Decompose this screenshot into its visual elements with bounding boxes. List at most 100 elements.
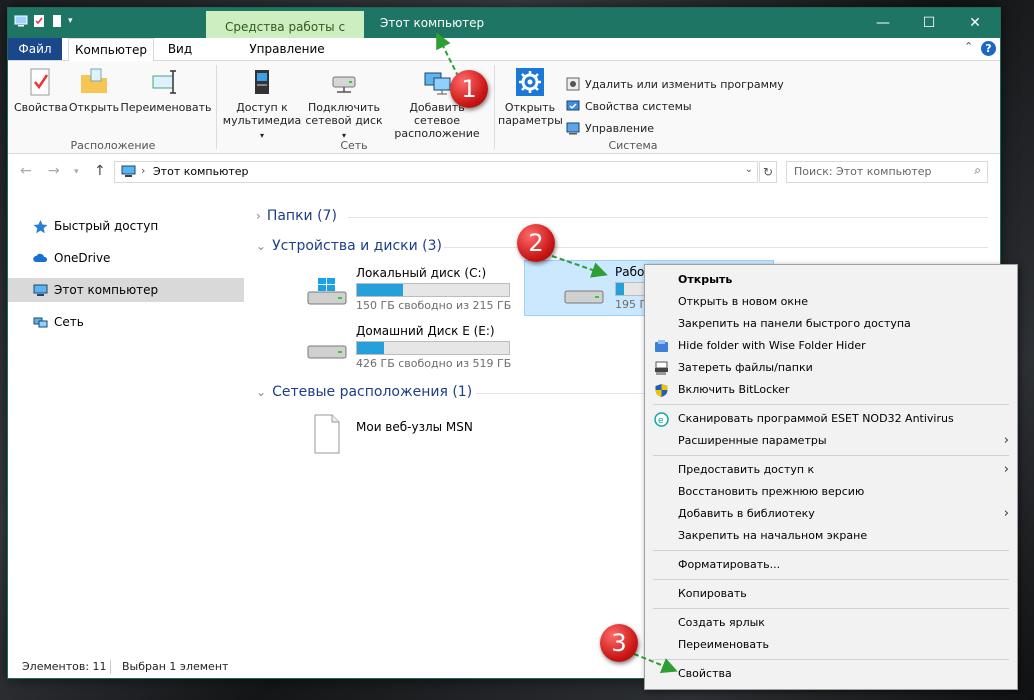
menu-item-wise-folder-hider[interactable]: Hide folder with Wise Folder Hider bbox=[645, 335, 1017, 357]
computer-icon bbox=[121, 165, 136, 177]
search-input[interactable]: Поиск: Этот компьютер ⌕ bbox=[786, 161, 988, 183]
breadcrumb-chevron-icon[interactable]: › bbox=[141, 164, 145, 177]
search-icon[interactable]: ⌕ bbox=[974, 163, 981, 178]
drive-usage-bar bbox=[356, 341, 510, 355]
sidebar-item-label: Этот компьютер bbox=[54, 283, 159, 297]
new-folder-icon[interactable] bbox=[50, 14, 64, 28]
drive-size: 150 ГБ свободно из 215 ГБ bbox=[356, 299, 512, 312]
section-network-locations[interactable]: ⌄ Сетевые расположения (1) bbox=[256, 384, 472, 400]
uninstall-program-button[interactable]: Удалить или изменить программу bbox=[566, 77, 784, 91]
menu-item-pin-start[interactable]: Закрепить на начальном экране bbox=[645, 525, 1017, 547]
drive-usage-fill bbox=[616, 283, 624, 295]
menu-item-label: Сканировать программой ESET NOD32 Antivi… bbox=[678, 412, 954, 425]
annotation-badge-2: 2 bbox=[517, 224, 555, 262]
manage-icon bbox=[566, 122, 580, 135]
computer-icon bbox=[33, 284, 48, 296]
manage-label: Управление bbox=[585, 121, 655, 135]
item-count: Элементов: 11 bbox=[22, 660, 107, 673]
system-properties-label: Свойства системы bbox=[585, 99, 692, 113]
menu-item-restore-previous[interactable]: Восстановить прежнюю версию bbox=[645, 481, 1017, 503]
menu-item-properties[interactable]: Свойства bbox=[645, 663, 1017, 685]
computer-icon[interactable] bbox=[14, 14, 28, 28]
tab-manage[interactable]: Управление bbox=[212, 38, 362, 60]
ribbon-tabs: Файл Компьютер Вид Управление ⌃ ? bbox=[8, 38, 1000, 62]
manage-button[interactable]: Управление bbox=[566, 121, 654, 135]
search-placeholder: Поиск: Этот компьютер bbox=[794, 165, 932, 178]
open-button[interactable]: Открыть bbox=[68, 67, 120, 114]
drive-c[interactable]: Локальный диск (C:) 150 ГБ свободно из 2… bbox=[298, 262, 538, 316]
section-folders[interactable]: › Папки (7) bbox=[256, 208, 337, 224]
shield-icon bbox=[655, 384, 668, 397]
menu-item-open[interactable]: Открыть bbox=[645, 269, 1017, 291]
menu-item-bitlocker[interactable]: Включить BitLocker bbox=[645, 379, 1017, 401]
hard-drive-icon bbox=[564, 290, 604, 304]
media-access-button[interactable]: Доступ к мультимедиа ▾ bbox=[220, 67, 304, 142]
tab-file[interactable]: Файл bbox=[8, 38, 62, 60]
menu-item-eset-scan[interactable]: e Сканировать программой ESET NOD32 Anti… bbox=[645, 408, 1017, 430]
network-location-msn[interactable]: Мои веб-узлы MSN bbox=[298, 408, 538, 460]
back-arrow-icon[interactable]: ← bbox=[20, 163, 32, 179]
close-button[interactable]: ✕ bbox=[952, 8, 998, 38]
sidebar-item-this-pc[interactable]: Этот компьютер bbox=[8, 278, 244, 302]
menu-item-label: Открыть в новом окне bbox=[678, 295, 809, 308]
map-drive-label-1: Подключить bbox=[307, 101, 381, 114]
menu-item-shred-files[interactable]: Затереть файлы/папки bbox=[645, 357, 1017, 379]
drive-e[interactable]: Домашний Диск E (E:) 426 ГБ свободно из … bbox=[298, 320, 538, 374]
menu-item-advanced-options[interactable]: Расширенные параметры › bbox=[645, 430, 1017, 452]
menu-item-label: Hide folder with Wise Folder Hider bbox=[678, 339, 866, 352]
up-arrow-icon[interactable]: ↑ bbox=[94, 163, 106, 179]
menu-item-pin-quick-access[interactable]: Закрепить на панели быстрого доступа bbox=[645, 313, 1017, 335]
cloud-icon bbox=[33, 253, 48, 262]
maximize-button[interactable]: ☐ bbox=[906, 8, 952, 38]
address-bar[interactable]: › Этот компьютер ⌄ bbox=[114, 161, 758, 183]
sidebar-item-label: Быстрый доступ bbox=[54, 219, 159, 233]
menu-item-open-new-window[interactable]: Открыть в новом окне bbox=[645, 291, 1017, 313]
menu-item-label: Открыть bbox=[678, 273, 733, 286]
collapse-ribbon-icon[interactable]: ⌃ bbox=[964, 40, 973, 53]
title-bar: ▾ Средства работы с дисками Этот компьют… bbox=[8, 8, 1000, 67]
sidebar-item-onedrive[interactable]: OneDrive bbox=[8, 246, 244, 270]
menu-item-label: Включить BitLocker bbox=[678, 383, 790, 396]
address-path: Этот компьютер bbox=[153, 165, 249, 178]
sidebar-item-network[interactable]: Сеть bbox=[8, 310, 244, 334]
drive-size: 426 ГБ свободно из 519 ГБ bbox=[356, 357, 512, 370]
svg-text:e: e bbox=[658, 416, 664, 426]
menu-item-label: Расширенные параметры bbox=[678, 434, 827, 447]
menu-item-label: Добавить в библиотеку bbox=[678, 507, 815, 520]
recent-dropdown-icon[interactable]: ▾ bbox=[74, 167, 79, 177]
system-properties-button[interactable]: Свойства системы bbox=[566, 99, 692, 113]
network-location-icon bbox=[424, 72, 451, 95]
menu-item-add-to-library[interactable]: Добавить в библиотеку › bbox=[645, 503, 1017, 525]
minimize-button[interactable]: — bbox=[860, 8, 906, 38]
properties-button[interactable]: Свойства bbox=[14, 67, 68, 114]
chevron-down-icon: ⌄ bbox=[256, 385, 267, 399]
system-properties-icon bbox=[566, 100, 580, 111]
refresh-button[interactable]: ↻ bbox=[759, 161, 777, 183]
menu-item-copy[interactable]: Копировать bbox=[645, 583, 1017, 605]
group-separator bbox=[494, 65, 495, 149]
wise-folder-hider-icon bbox=[655, 340, 668, 352]
menu-item-share-with[interactable]: Предоставить доступ к › bbox=[645, 459, 1017, 481]
network-item-name: Мои веб-узлы MSN bbox=[356, 420, 473, 434]
open-settings-button[interactable]: Открыть параметры bbox=[498, 67, 563, 127]
qat-dropdown-icon[interactable]: ▾ bbox=[68, 16, 73, 26]
forward-arrow-icon[interactable]: → bbox=[48, 163, 60, 179]
rename-button[interactable]: Переименовать bbox=[120, 67, 212, 114]
sidebar-item-quick-access[interactable]: Быстрый доступ bbox=[8, 214, 244, 238]
section-devices[interactable]: ⌄ Устройства и диски (3) bbox=[256, 238, 442, 254]
map-network-drive-button[interactable]: Подключить сетевой диск ▾ bbox=[304, 67, 384, 142]
menu-separator bbox=[653, 608, 1009, 609]
open-settings-label-2: параметры bbox=[498, 114, 563, 127]
menu-item-create-shortcut[interactable]: Создать ярлык bbox=[645, 612, 1017, 634]
tab-computer[interactable]: Компьютер bbox=[68, 38, 154, 62]
rename-icon bbox=[152, 70, 176, 94]
tab-view[interactable]: Вид bbox=[160, 38, 200, 60]
network-icon bbox=[33, 317, 48, 328]
menu-item-format[interactable]: Форматировать... bbox=[645, 554, 1017, 576]
help-icon[interactable]: ? bbox=[981, 41, 996, 56]
address-dropdown-icon[interactable]: ⌄ bbox=[745, 164, 753, 175]
menu-item-label: Копировать bbox=[678, 587, 747, 600]
menu-item-rename[interactable]: Переименовать bbox=[645, 634, 1017, 656]
open-label: Открыть bbox=[68, 101, 120, 114]
properties-icon[interactable] bbox=[32, 14, 46, 28]
